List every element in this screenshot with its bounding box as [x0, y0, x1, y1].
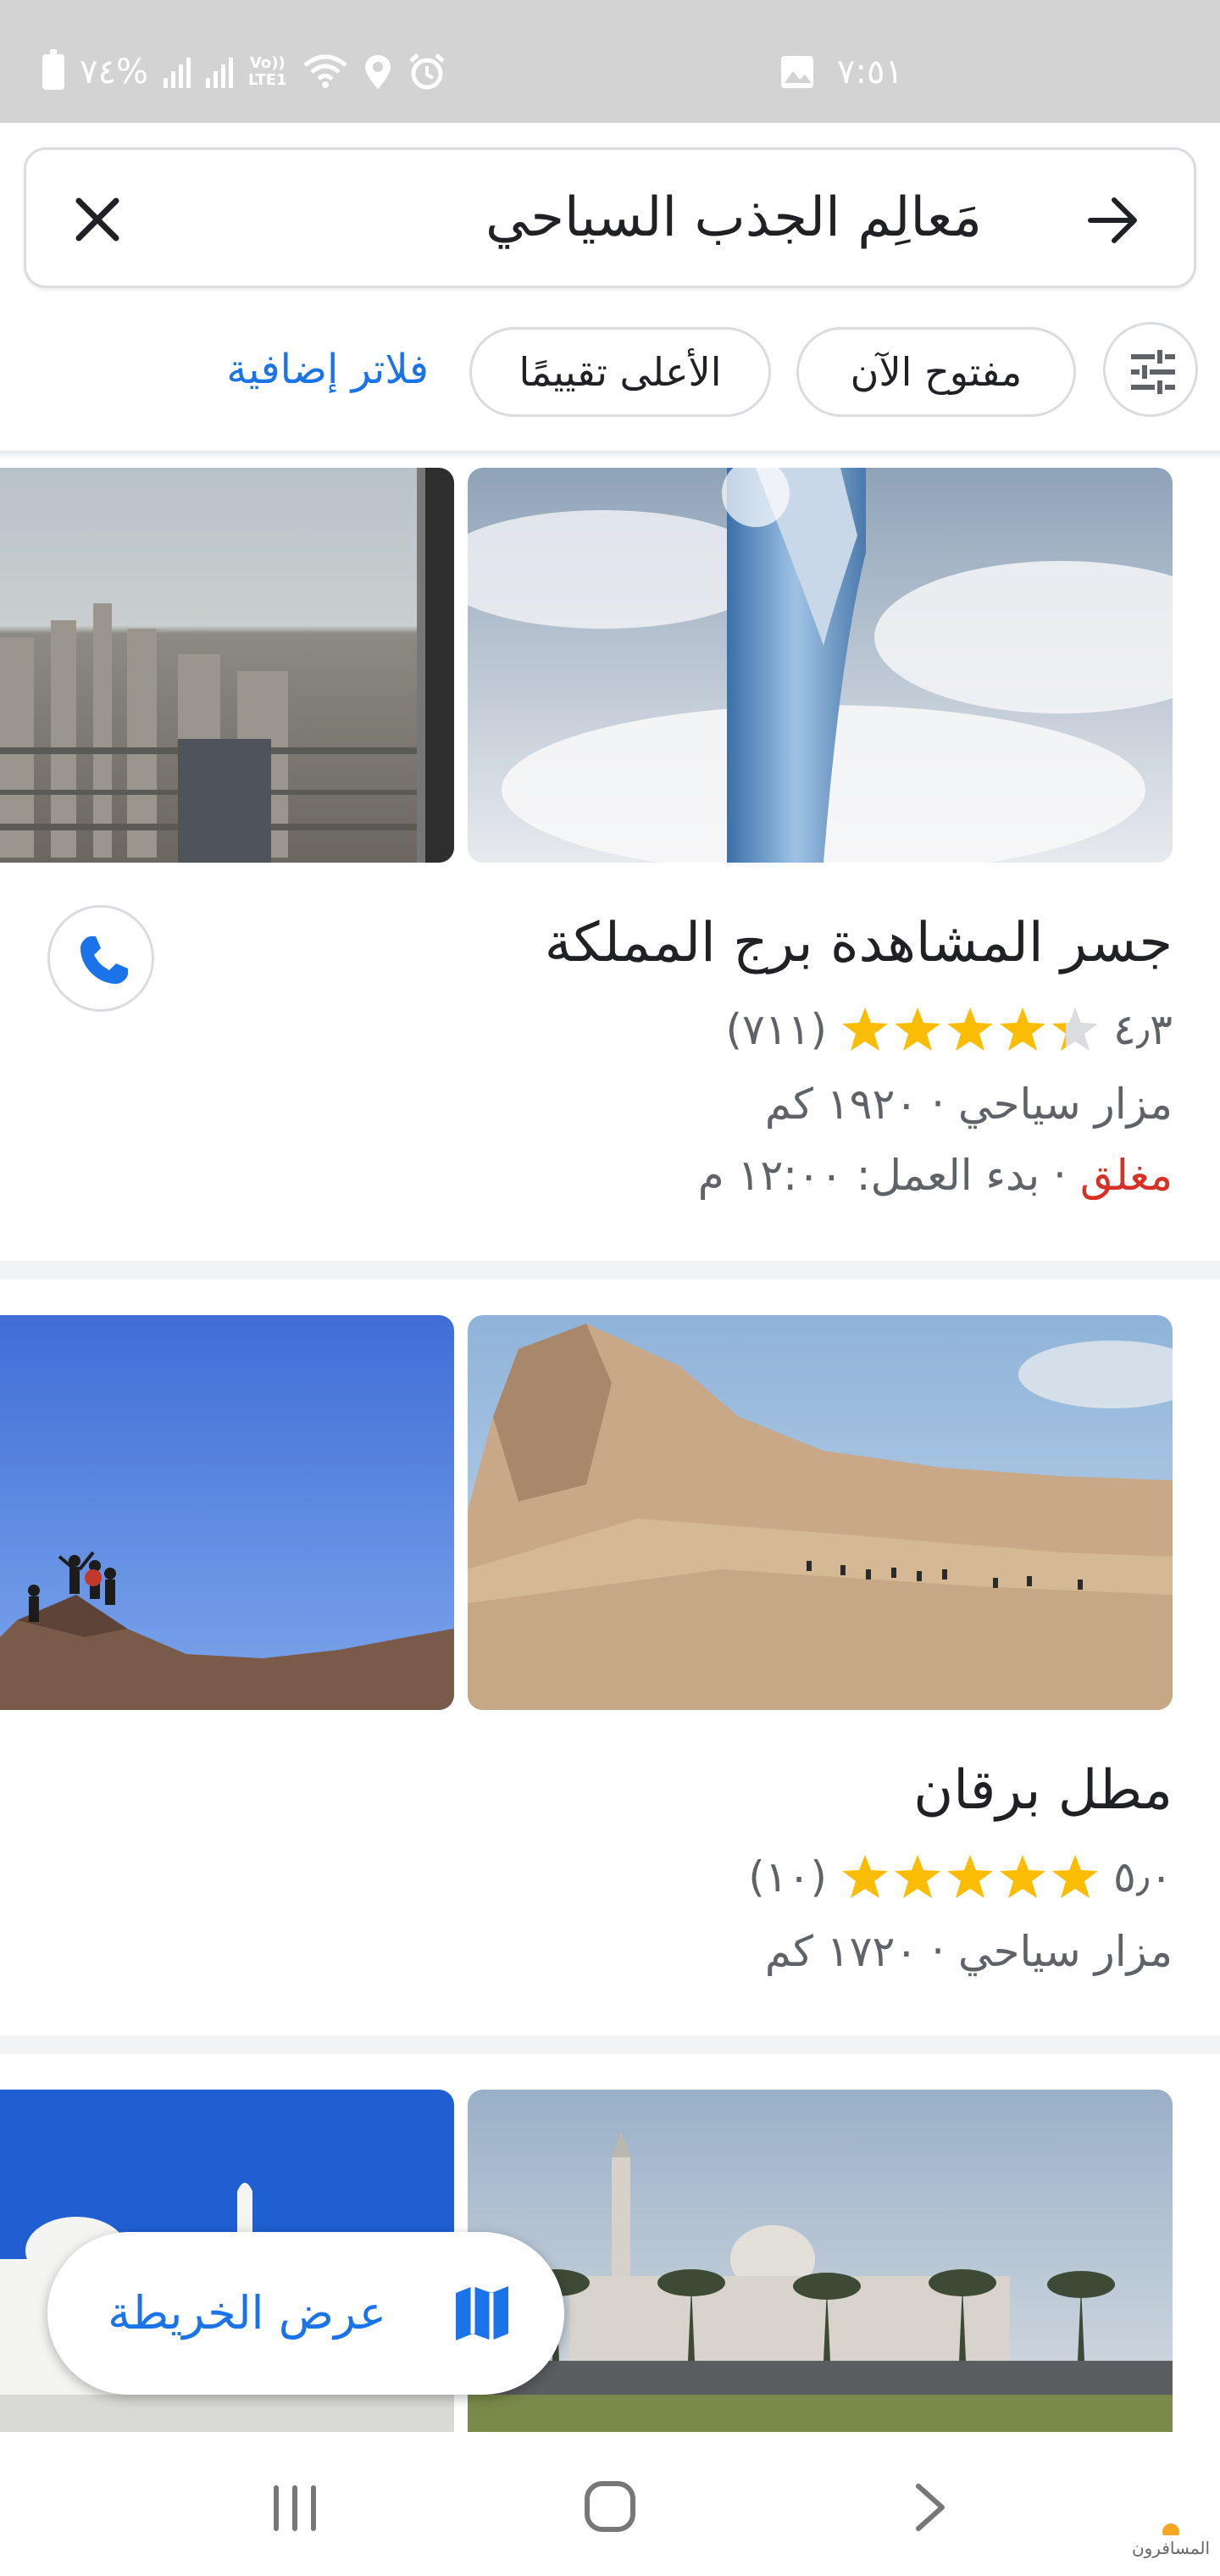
- opening-time: · بدء العمل: ١٢:٠٠ م: [697, 1151, 1080, 1200]
- star-icon: [842, 1855, 889, 1898]
- star-icon: [895, 1855, 941, 1898]
- alarm-icon: [408, 53, 445, 90]
- status-left: ٧٤% Vo)) LTE1: [42, 47, 446, 97]
- star-icon: [947, 1008, 994, 1051]
- star-icon: [1000, 1855, 1046, 1898]
- network-label: Vo)): [249, 54, 286, 72]
- map-icon: [456, 2286, 508, 2340]
- wifi-icon: [302, 54, 347, 88]
- result-photo-mosque[interactable]: [468, 2090, 1173, 2432]
- result-photo-city[interactable]: [0, 468, 454, 863]
- category-distance: مزار سياحي · ١٧٢٠ كم: [764, 1927, 1173, 1976]
- rating-row: ٥٫٠ (١٠): [748, 1847, 1173, 1907]
- rating-stars: [840, 1006, 1100, 1053]
- rating-row: ٤٫٣ (٧١١): [725, 1000, 1173, 1059]
- watermark-text: المسافرون: [1131, 2538, 1211, 2558]
- cliff-image: [468, 1315, 1173, 1710]
- star-icon: [842, 1008, 889, 1051]
- filter-settings-button[interactable]: [1103, 322, 1198, 417]
- clock: ٧:٥١: [837, 53, 903, 92]
- place-name[interactable]: جسر المشاهدة برج المملكة: [545, 905, 1173, 981]
- more-filters-link[interactable]: فلاتر إضافية: [226, 327, 429, 417]
- header-shadow: [0, 451, 1220, 459]
- status-closed: مغلق: [1079, 1151, 1173, 1200]
- city-skyline-image: [0, 468, 454, 863]
- show-map-button[interactable]: عرض الخريطة: [47, 2232, 564, 2395]
- star-icon: [947, 1855, 994, 1898]
- rating-value: ٥٫٠: [1113, 1852, 1173, 1901]
- back-arrow-icon[interactable]: [1084, 191, 1143, 250]
- battery-icon: [42, 49, 64, 90]
- status-bar: ٧٤% Vo)) LTE1 ٧:٥١: [0, 0, 1220, 123]
- rating-stars: [840, 1853, 1100, 1901]
- result-photo-cliff[interactable]: [468, 1315, 1173, 1710]
- kingdom-tower-image: [468, 468, 1173, 863]
- star-icon: [1000, 1008, 1046, 1051]
- star-icon: [1052, 1855, 1099, 1898]
- sun-icon: [1162, 2523, 1179, 2540]
- search-query[interactable]: مَعالِم الجذب السياحي: [485, 175, 982, 260]
- result-separator: [0, 2035, 1220, 2054]
- hikers-image: [0, 1315, 454, 1710]
- review-count: (٧١١): [725, 1005, 828, 1054]
- star-icon: [1052, 1008, 1099, 1051]
- rating-value: ٤٫٣: [1113, 1005, 1173, 1054]
- recents-icon[interactable]: [269, 2484, 320, 2532]
- network-type: Vo)) LTE1: [248, 55, 287, 89]
- tune-icon: [1131, 350, 1175, 394]
- home-icon[interactable]: [583, 2479, 637, 2534]
- battery-level: ٧٤%: [80, 53, 148, 92]
- star-icon: [895, 1008, 941, 1051]
- place-name[interactable]: مطل برقان: [913, 1752, 1173, 1829]
- phone-icon: [80, 936, 128, 984]
- hours-line: مغلق · بدء العمل: ١٢:٠٠ م: [698, 1146, 1173, 1205]
- back-nav-icon[interactable]: [912, 2481, 949, 2534]
- filter-chips: مفتوح الآن الأعلى تقييمًا فلاتر إضافية: [0, 322, 1220, 424]
- image-icon: [781, 56, 813, 88]
- signal-icon: [163, 56, 191, 88]
- status-right: ٧:٥١: [779, 47, 903, 97]
- network-sub-label: LTE1: [247, 71, 287, 89]
- result-separator: [0, 1261, 1220, 1280]
- signal-icon: [205, 56, 233, 88]
- review-count: (١٠): [748, 1852, 828, 1901]
- category-distance: مزار سياحي · ١٩٢٠ كم: [764, 1080, 1173, 1129]
- result-photo-tower[interactable]: [468, 468, 1173, 863]
- chip-open-now[interactable]: مفتوح الآن: [796, 327, 1076, 417]
- navigation-bar: [0, 2432, 1220, 2576]
- location-icon: [364, 55, 391, 89]
- chip-top-rated[interactable]: الأعلى تقييمًا: [469, 327, 771, 417]
- search-box[interactable]: مَعالِم الجذب السياحي: [24, 147, 1196, 288]
- watermark-logo: المسافرون: [1128, 2515, 1213, 2571]
- call-button[interactable]: [47, 905, 154, 1012]
- close-icon[interactable]: [70, 192, 125, 247]
- mosque-palms-image: [468, 2090, 1173, 2432]
- result-photo-hikers[interactable]: [0, 1315, 454, 1710]
- show-map-label: عرض الخريطة: [108, 2286, 386, 2340]
